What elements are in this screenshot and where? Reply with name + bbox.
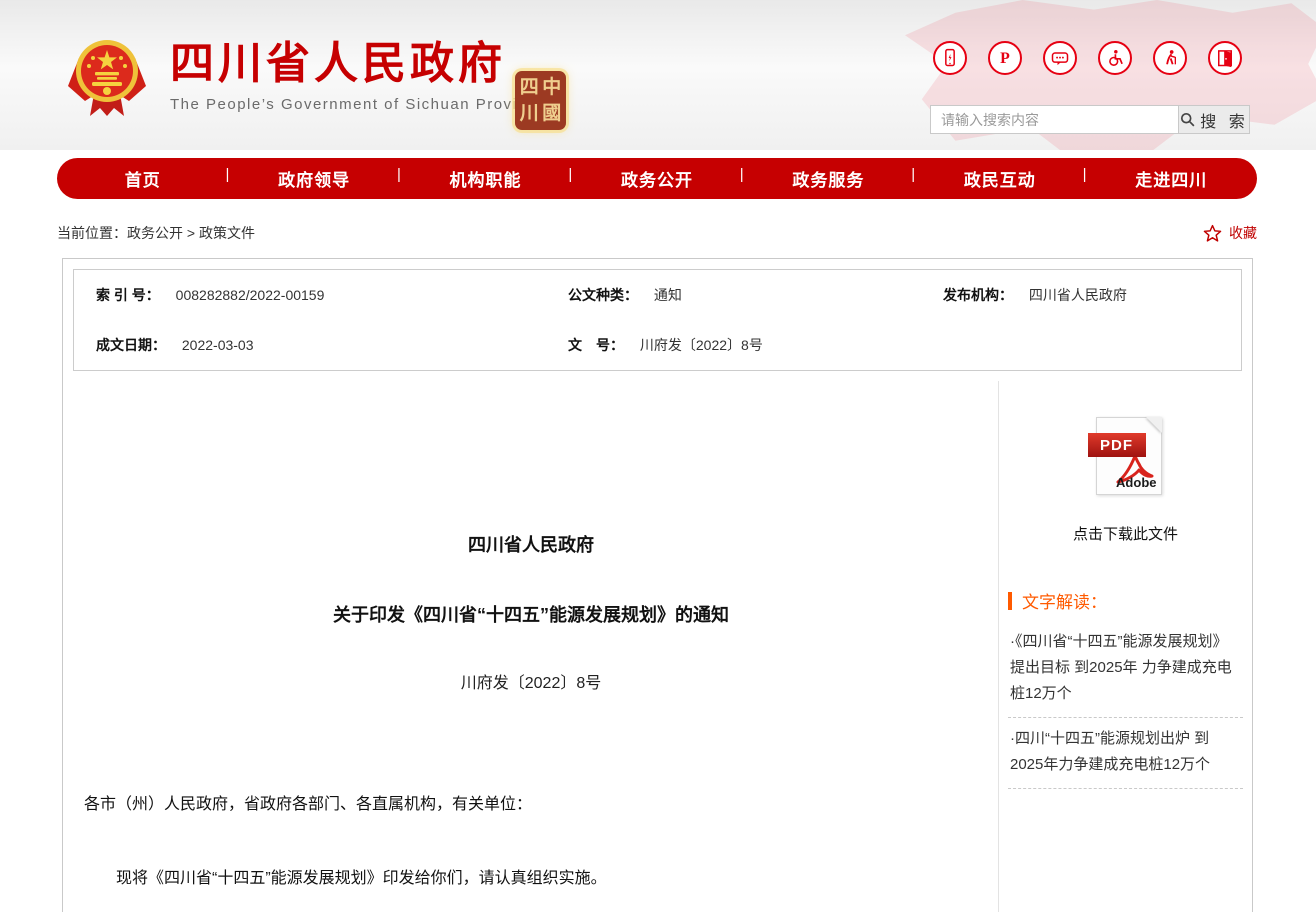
national-emblem-icon xyxy=(66,34,148,120)
p-media-icon: P xyxy=(995,48,1015,68)
meta-label: 公文种类： xyxy=(568,287,638,303)
meta-doc-number: 文 号： 川府发〔2022〕8号 xyxy=(546,335,921,355)
meta-issuing-agency: 发布机构： 四川省人民政府 xyxy=(921,285,1241,305)
main-nav: 首页 政府领导 机构职能 政务公开 政务服务 政民互动 走进四川 xyxy=(57,158,1257,199)
page-fold-icon xyxy=(1146,417,1162,433)
star-icon xyxy=(1202,223,1223,244)
nav-item-home[interactable]: 首页 xyxy=(57,166,228,191)
pdf-badge: PDF xyxy=(1088,433,1146,457)
seal-char: 國 xyxy=(541,101,564,127)
breadcrumb-row: 当前位置：政务公开 > 政策文件 收藏 xyxy=(57,218,1257,248)
search-bar: 搜 索 xyxy=(930,105,1250,134)
seal-char: 川 xyxy=(518,101,541,127)
svg-text:P: P xyxy=(1000,50,1010,67)
article-org-title: 四川省人民政府 xyxy=(64,531,998,557)
mobile-version-button[interactable] xyxy=(933,41,967,75)
nav-item-gov-info[interactable]: 政务公开 xyxy=(571,166,742,191)
exit-button[interactable] xyxy=(1208,41,1242,75)
meta-label: 索 引 号： xyxy=(96,287,160,303)
interpretation-links: ·《四川省“十四五”能源发展规划》提出目标 到2025年 力争建成充电桩12万个… xyxy=(1008,621,1243,789)
elder-mode-button[interactable] xyxy=(1153,41,1187,75)
interpretation-link[interactable]: ·《四川省“十四五”能源发展规划》提出目标 到2025年 力争建成充电桩12万个 xyxy=(1008,621,1243,718)
message-icon xyxy=(1050,48,1070,68)
pdf-download-button[interactable]: Adobe PDF xyxy=(1088,417,1164,495)
article-doc-number: 川府发〔2022〕8号 xyxy=(64,669,998,693)
site-title: 四川省人民政府 xyxy=(170,40,546,88)
mobile-icon xyxy=(940,48,960,68)
search-input[interactable] xyxy=(931,106,1178,133)
content-row: 四川省人民政府 关于印发《四川省“十四五”能源发展规划》的通知 川府发〔2022… xyxy=(63,381,1252,912)
search-button[interactable]: 搜 索 xyxy=(1178,106,1249,133)
download-file-link[interactable]: 点击下载此文件 xyxy=(1073,523,1178,544)
header-quick-icons: P xyxy=(933,41,1242,75)
elder-mode-icon xyxy=(1160,48,1180,68)
meta-value: 川府发〔2022〕8号 xyxy=(640,337,763,353)
text-interpretation-header: 文字解读： xyxy=(1008,588,1243,613)
search-button-label: 搜 索 xyxy=(1200,108,1248,132)
breadcrumb-separator: > xyxy=(187,225,195,241)
document-article: 四川省人民政府 关于印发《四川省“十四五”能源发展规划》的通知 川府发〔2022… xyxy=(63,381,998,912)
china-sichuan-seal: 四 中 川 國 xyxy=(515,71,566,130)
article-paragraph: 各市（州）人民政府，省政府各部门、各直属机构，有关单位： xyxy=(64,793,998,817)
breadcrumb-link-section[interactable]: 政务公开 xyxy=(127,225,183,241)
meta-index-number: 索 引 号： 008282882/2022-00159 xyxy=(74,285,546,305)
message-button[interactable] xyxy=(1043,41,1077,75)
seal-char: 四 xyxy=(518,75,541,101)
accessibility-button[interactable] xyxy=(1098,41,1132,75)
p-media-button[interactable]: P xyxy=(988,41,1022,75)
meta-value: 四川省人民政府 xyxy=(1029,287,1127,303)
nav-item-about-sichuan[interactable]: 走进四川 xyxy=(1086,166,1257,191)
exit-door-icon xyxy=(1215,48,1235,68)
meta-label: 成文日期： xyxy=(96,337,166,353)
text-interpretation-title: 文字解读： xyxy=(1022,588,1107,613)
site-subtitle: The People’s Government of Sichuan Provi… xyxy=(170,96,546,113)
nav-item-interaction[interactable]: 政民互动 xyxy=(914,166,1085,191)
breadcrumb: 当前位置：政务公开 > 政策文件 xyxy=(57,223,255,243)
accessibility-icon xyxy=(1105,48,1125,68)
meta-doc-type: 公文种类： 通知 xyxy=(546,285,921,305)
meta-label: 发布机构： xyxy=(943,287,1013,303)
meta-value: 008282882/2022-00159 xyxy=(176,287,325,303)
favorite-label: 收藏 xyxy=(1229,223,1257,243)
favorite-button[interactable]: 收藏 xyxy=(1202,223,1257,244)
article-doc-title: 关于印发《四川省“十四五”能源发展规划》的通知 xyxy=(64,601,998,627)
adobe-label: Adobe xyxy=(1116,475,1156,490)
search-icon xyxy=(1179,111,1196,128)
meta-value: 2022-03-03 xyxy=(182,337,254,353)
meta-value: 通知 xyxy=(654,287,682,303)
meta-label: 文 号： xyxy=(568,337,624,353)
document-metadata: 索 引 号： 008282882/2022-00159 公文种类： 通知 发布机… xyxy=(73,269,1242,371)
seal-char: 中 xyxy=(541,75,564,101)
document-container: 索 引 号： 008282882/2022-00159 公文种类： 通知 发布机… xyxy=(62,258,1253,912)
meta-written-date: 成文日期： 2022-03-03 xyxy=(74,335,546,355)
accent-bar xyxy=(1008,592,1012,610)
article-paragraph: 现将《四川省“十四五”能源发展规划》印发给你们，请认真组织实施。 xyxy=(64,867,998,891)
nav-item-org-functions[interactable]: 机构职能 xyxy=(400,166,571,191)
nav-item-gov-leaders[interactable]: 政府领导 xyxy=(228,166,399,191)
nav-item-gov-services[interactable]: 政务服务 xyxy=(743,166,914,191)
document-sidebar: Adobe PDF 点击下载此文件 文字解读： ·《四川省“十四五”能源发展规划… xyxy=(998,381,1252,912)
site-logo[interactable]: 四川省人民政府 The People’s Government of Sichu… xyxy=(66,34,546,120)
breadcrumb-prefix: 当前位置： xyxy=(57,225,127,241)
breadcrumb-current[interactable]: 政策文件 xyxy=(199,225,255,241)
interpretation-link[interactable]: ·四川“十四五”能源规划出炉 到2025年力争建成充电桩12万个 xyxy=(1008,718,1243,789)
site-header: 四川省人民政府 The People’s Government of Sichu… xyxy=(0,0,1316,150)
